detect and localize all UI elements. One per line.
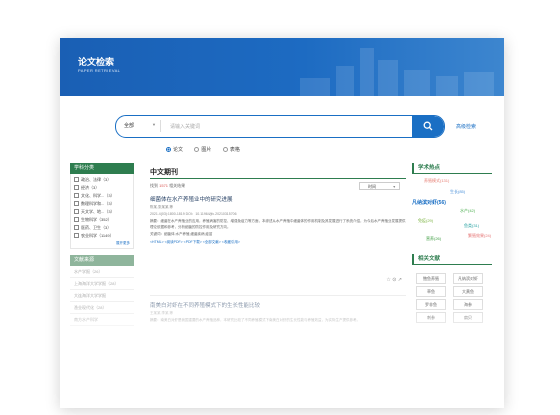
- article-title[interactable]: 细菌体在水产养殖业中的研究进展: [150, 195, 406, 203]
- related-tag[interactable]: 罗非鱼: [416, 299, 446, 310]
- related-tags: 鲍鱼养殖 凡纳滨对虾 草鱼 大黄鱼 罗非鱼 海参 刺参 扇贝: [412, 271, 492, 323]
- results-panel: 中文期刊 找到 1571 相关结果 时间 ▼ 细菌体在水产养殖业中的研究进展 陈某…: [150, 167, 406, 322]
- article-authors: 王某某,李某,等: [150, 311, 173, 315]
- hot-word[interactable]: 生长(85): [450, 189, 465, 195]
- checkbox[interactable]: [74, 177, 79, 183]
- subject-item[interactable]: 农业科学（1149）: [74, 232, 133, 240]
- right-sidebar: 学术热点 养殖模式(131) 生长(85) 凡纳滨对虾(56) 水产(42) 免…: [412, 163, 492, 323]
- article-item: 南美白对虾在不同养殖模式下的生长性能比较 王某某,李某,等 摘要：南美白对虾是我…: [150, 301, 406, 324]
- advanced-search-link[interactable]: 高级检索: [456, 123, 476, 130]
- left-sidebar: 学科分类 政治、法律（3） 经济（3） 文化、科学...（3） 数理科学和...…: [70, 163, 134, 326]
- checkbox[interactable]: [74, 225, 79, 231]
- article-action-icons[interactable]: ☆ ⊙ ↗: [386, 277, 402, 283]
- source-item[interactable]: 渔业现代化（28）: [70, 302, 134, 314]
- radio-dot: [222, 147, 228, 153]
- source-item[interactable]: 大连海洋大学学报: [70, 290, 134, 302]
- type-radio-group: 论文 图片 表格: [166, 146, 250, 153]
- search-icon: [423, 121, 433, 131]
- source-item[interactable]: 上海海洋大学学报（28）: [70, 278, 134, 290]
- page-subtitle: PAPER RETRIEVAL: [78, 68, 121, 73]
- result-number: 1571: [159, 183, 169, 188]
- divider: [150, 295, 406, 296]
- hot-topics-title: 学术热点: [412, 163, 492, 174]
- article-keywords: 关键词：细菌体;水产养殖;细菌疾病;疫苗: [150, 232, 213, 236]
- subject-list: 政治、法律（3） 经济（3） 文化、科学...（3） 数理科学和...（3） 天…: [70, 174, 134, 249]
- related-tag[interactable]: 鲍鱼养殖: [416, 273, 446, 284]
- radio-image[interactable]: 图片: [194, 146, 211, 153]
- subject-item[interactable]: 经济（3）: [74, 184, 133, 192]
- app-window: 论文检索 PAPER RETRIEVAL 全部 ▼ 高级检索 论文 图片 表格 …: [60, 38, 504, 408]
- checkbox[interactable]: [74, 209, 79, 215]
- source-panel-title: 文献来源: [70, 255, 134, 266]
- article-title[interactable]: 南美白对虾在不同养殖模式下的生长性能比较: [150, 301, 406, 309]
- header-banner: 论文检索 PAPER RETRIEVAL: [60, 38, 504, 96]
- hot-word[interactable]: 养殖模式(131): [424, 178, 449, 184]
- article-item: 细菌体在水产养殖业中的研究进展 陈某,张某某,等 2021.4(03):1800…: [150, 195, 406, 283]
- result-count: 找到 1571 相关结果: [150, 183, 186, 188]
- related-tag[interactable]: 大黄鱼: [453, 286, 483, 297]
- article-date: 2021.4(03):1800-1819 DOI：10.11964/jfc.20…: [150, 212, 237, 216]
- subject-item[interactable]: 生物科学（352）: [74, 216, 133, 224]
- radio-paper[interactable]: 论文: [166, 146, 183, 153]
- source-panel: 文献来源 水产学报（26） 上海海洋大学学报（28） 大连海洋大学学报 渔业现代…: [70, 255, 134, 326]
- radio-table[interactable]: 表格: [222, 146, 240, 153]
- related-title: 相关文献: [412, 254, 492, 265]
- checkbox[interactable]: [74, 185, 79, 191]
- hot-word[interactable]: 繁殖效果(24): [468, 233, 491, 239]
- radio-dot: [194, 147, 200, 153]
- checkbox[interactable]: [74, 201, 79, 207]
- search-bar: 全部 ▼: [115, 115, 445, 138]
- article-abstract: 摘要：细菌在水产养殖业的应用，养殖病害的防控、增强免疫力等方面，本综述从水产养殖…: [150, 219, 406, 229]
- article-links[interactable]: <HTML> <阅读PDF> <PDF下载> <全部文献> <收藏引用>: [150, 240, 406, 245]
- hot-word[interactable]: 凡纳滨对虾(56): [412, 199, 446, 206]
- subject-item[interactable]: 医药、卫生（3）: [74, 224, 133, 232]
- subject-item[interactable]: 文化、科学...（3）: [74, 192, 133, 200]
- search-divider: [160, 120, 161, 132]
- search-button[interactable]: [412, 116, 444, 137]
- related-tag[interactable]: 凡纳滨对虾: [453, 273, 483, 284]
- checkbox[interactable]: [74, 233, 79, 239]
- source-item[interactable]: 水产学报（26）: [70, 266, 134, 278]
- article-authors: 陈某,张某某,等: [150, 205, 173, 209]
- hot-word[interactable]: 免疫(29): [418, 218, 433, 224]
- article-abstract: 摘要：南美白对虾是我国重要的水产养殖品种，本研究比较了不同养殖模式下南美白对虾的…: [150, 318, 360, 322]
- hot-word-cloud: 养殖模式(131) 生长(85) 凡纳滨对虾(56) 水产(42) 免疫(29)…: [412, 174, 492, 246]
- subject-item[interactable]: 政治、法律（3）: [74, 176, 133, 184]
- chevron-down-icon: ▼: [392, 185, 396, 189]
- radio-dot: [166, 147, 171, 153]
- search-scope-select[interactable]: 全部: [124, 122, 134, 129]
- related-tag[interactable]: 刺参: [416, 312, 446, 323]
- related-tag[interactable]: 草鱼: [416, 286, 446, 297]
- hot-word[interactable]: 营养(26): [426, 236, 441, 242]
- related-tag[interactable]: 海参: [453, 299, 483, 310]
- page-title: 论文检索: [78, 57, 115, 67]
- search-input[interactable]: [168, 119, 402, 135]
- subject-item[interactable]: 天文学、地...（3）: [74, 208, 133, 216]
- results-title: 中文期刊: [150, 167, 406, 179]
- hot-word[interactable]: 鱼类(31): [464, 223, 479, 229]
- subject-item[interactable]: 数理科学和...（3）: [74, 200, 133, 208]
- expand-more-link[interactable]: 展开更多: [74, 240, 133, 246]
- checkbox[interactable]: [74, 193, 79, 199]
- hot-word[interactable]: 水产(42): [460, 208, 475, 214]
- checkbox[interactable]: [74, 217, 79, 223]
- chevron-down-icon[interactable]: ▼: [152, 122, 156, 127]
- source-item[interactable]: 南方水产科学: [70, 314, 134, 326]
- sort-select[interactable]: 时间 ▼: [359, 182, 400, 190]
- subject-panel-title: 学科分类: [70, 163, 134, 174]
- related-tag[interactable]: 扇贝: [453, 312, 483, 323]
